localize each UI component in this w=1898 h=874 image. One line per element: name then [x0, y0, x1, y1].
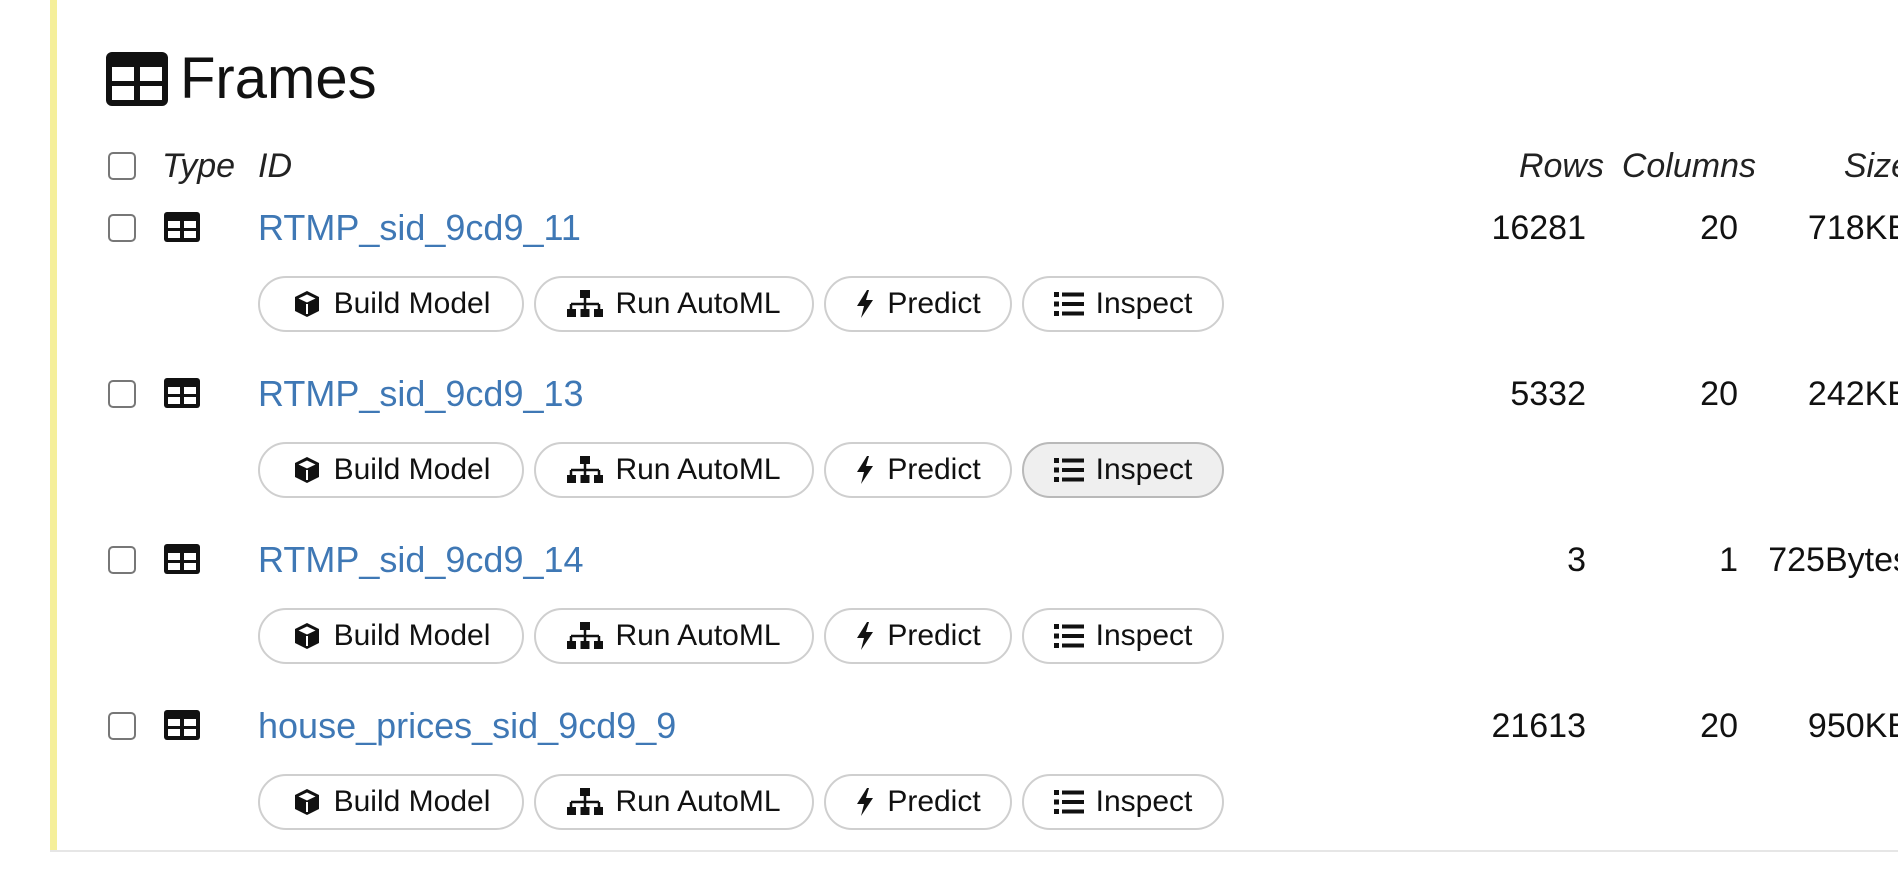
inspect-button[interactable]: Inspect	[1022, 774, 1224, 830]
bolt-icon	[857, 788, 874, 816]
frame-actions: Build Model Run AutoML Predict Inspect	[258, 774, 1224, 830]
run-automl-label: Run AutoML	[615, 785, 781, 818]
predict-button[interactable]: Predict	[824, 774, 1012, 830]
list-icon	[1053, 790, 1084, 814]
frame-size-value: 950KB	[1807, 707, 1898, 745]
run-automl-button[interactable]: Run AutoML	[534, 774, 814, 830]
frame-row: RTMP_sid_9cd9_14 3 1 725Bytes Build Mode…	[104, 332, 1898, 664]
table-icon	[164, 710, 200, 740]
build-model-button[interactable]: Build Model	[258, 774, 524, 830]
left-accent-bar	[50, 0, 57, 852]
inspect-label: Inspect	[1095, 785, 1193, 818]
frame-id-link[interactable]: house_prices_sid_9cd9_9	[258, 704, 676, 748]
predict-label: Predict	[887, 785, 981, 818]
cube-icon	[294, 789, 319, 815]
row-checkbox[interactable]	[108, 712, 136, 740]
bottom-divider	[50, 850, 1898, 852]
frame-row: house_prices_sid_9cd9_9 21613 20 950KB B…	[104, 498, 1898, 830]
sitemap-icon	[567, 788, 604, 815]
frame-row: RTMP_sid_9cd9_13 5332 20 242KB Build Mod…	[104, 166, 1898, 498]
build-model-label: Build Model	[333, 785, 491, 818]
frame-row: RTMP_sid_9cd9_11 16281 20 718KB Build Mo…	[104, 0, 1898, 332]
